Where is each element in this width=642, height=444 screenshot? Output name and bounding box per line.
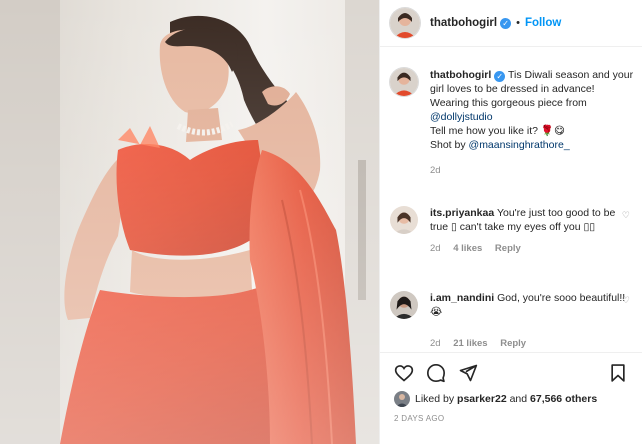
follow-button[interactable]: Follow [525,17,561,29]
verified-badge-icon: ✓ [500,17,512,29]
caption-avatar[interactable] [390,68,418,96]
comment-likes[interactable]: 21 likes [453,338,487,349]
woman-in-red-saree-image [0,0,379,444]
liker-avatar[interactable] [394,391,410,407]
commenter-avatar[interactable] [390,206,418,234]
commenter-avatar[interactable] [390,291,418,319]
mention-link[interactable]: @dollyjstudio [430,111,493,123]
header-separator: • [516,17,520,29]
comment-username[interactable]: its.priyankaa [430,207,494,219]
instagram-post: thatbohogirl ✓ • Follow thatbohogirl ✓ Ti… [0,0,642,444]
post-header: thatbohogirl ✓ • Follow [380,0,642,47]
caption-text-line4-prefix: Shot by [430,139,466,151]
reply-button[interactable]: Reply [495,243,521,254]
verified-badge-icon: ✓ [494,71,506,82]
comment-body: its.priyankaa You're just too good to be… [430,206,636,256]
caption-meta: 2d [430,164,636,178]
heart-icon[interactable] [394,363,414,383]
caption-text-line3: Tell me how you like it? 🌹😋 [430,125,565,137]
liker-username[interactable]: psarker22 [457,393,507,405]
caption-body: thatbohogirl ✓ Tis Diwali season and your… [430,68,636,178]
caption: thatbohogirl ✓ Tis Diwali season and your… [390,68,636,178]
action-bar [380,352,642,392]
author-username[interactable]: thatbohogirl [430,17,497,29]
likes-conj: and [509,393,528,405]
comment-meta: 2d 4 likes Reply [430,242,636,256]
share-icon[interactable] [458,363,478,383]
comment-like-heart-icon[interactable]: ♡ [622,210,630,221]
post-side-panel: thatbohogirl ✓ • Follow thatbohogirl ✓ Ti… [379,0,642,444]
comment-like-heart-icon[interactable]: ♡ [622,295,630,306]
comment-time[interactable]: 2d [430,338,441,349]
comment-item: its.priyankaa You're just too good to be… [390,206,636,256]
bookmark-icon[interactable] [608,363,628,383]
comment-username[interactable]: i.am_nandini [430,292,494,304]
comment-likes[interactable]: 4 likes [453,243,482,254]
comment-meta: 2d 21 likes Reply [430,337,636,351]
reply-button[interactable]: Reply [500,338,526,349]
likes-prefix: Liked by [415,393,455,405]
likes-summary: Liked by psarker22 and 67,566 others [394,391,597,407]
caption-text-line2: Wearing this gorgeous piece from [430,97,587,109]
post-photo[interactable] [0,0,379,444]
post-timestamp[interactable]: 2 DAYS AGO [394,414,444,423]
author-avatar[interactable] [390,8,420,38]
caption-username[interactable]: thatbohogirl [430,69,491,81]
comment-icon[interactable] [426,363,446,383]
comment-body: i.am_nandini God, you're sooo beautiful!… [430,291,636,351]
comment-time[interactable]: 2d [430,243,441,254]
likes-count[interactable]: 67,566 others [530,393,597,405]
caption-time[interactable]: 2d [430,165,441,176]
comment-item: i.am_nandini God, you're sooo beautiful!… [390,291,636,351]
mention-link[interactable]: @maansinghrathore_ [469,139,570,151]
